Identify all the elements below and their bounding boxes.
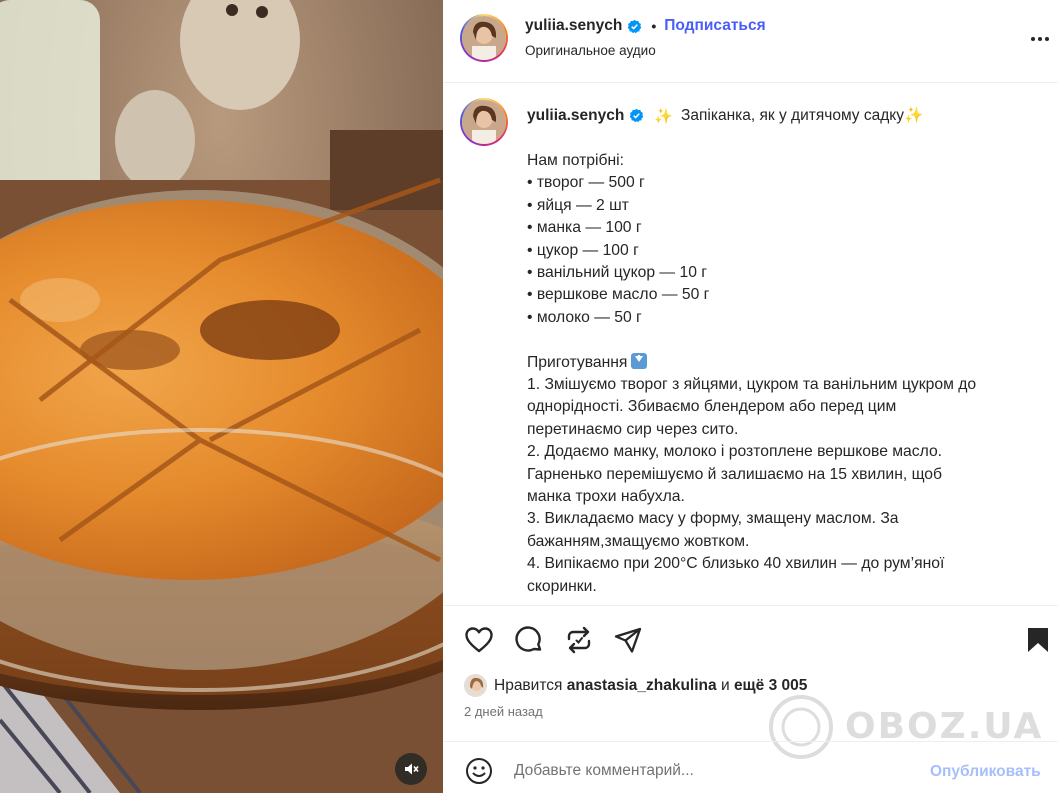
- caption-line: бажанням,змащуємо жовтком.: [527, 532, 750, 550]
- caption-line: Гарненько перемішуємо й залишаємо на 15 …: [527, 465, 943, 483]
- down-arrow-icon: [631, 352, 648, 369]
- caption-line: • ванільний цукор — 10 г: [527, 264, 708, 282]
- post-header: yuliia.senych • Подписаться Оригинальное…: [443, 0, 1058, 83]
- repost-icon[interactable]: [564, 625, 594, 655]
- caption-line: • молоко — 50 г: [527, 308, 642, 326]
- post-panel: yuliia.senych • Подписаться Оригинальное…: [443, 0, 1058, 793]
- author-avatar[interactable]: [460, 14, 508, 62]
- caption-line: манка трохи набухла.: [527, 488, 685, 506]
- caption-line: скоринки.: [527, 577, 597, 595]
- caption-header: yuliia.senych ✨ Запіканка, як у дитячому…: [527, 106, 923, 125]
- post-date[interactable]: 2 дней назад: [464, 704, 543, 719]
- header-separator: •: [651, 18, 657, 34]
- preparation-heading-row: Приготування: [527, 352, 1027, 374]
- speaker-muted-icon: [405, 763, 419, 775]
- caption-line: Нам потрібні:: [527, 152, 624, 169]
- caption-avatar[interactable]: [460, 98, 508, 146]
- likes-row: Нравится anastasia_zhakulina и ещё 3 005: [464, 674, 807, 697]
- publish-button[interactable]: Опубликовать: [930, 763, 1041, 781]
- caption-line: 1. Змішуємо творог з яйцями, цукром та в…: [527, 376, 977, 394]
- comment-input[interactable]: [514, 762, 904, 780]
- avatar-image: [462, 100, 506, 144]
- caption-line: однорідності. Збиваємо блендером або пер…: [527, 398, 897, 416]
- header-user-row: yuliia.senych • Подписаться: [525, 17, 766, 35]
- casserole-photo: [0, 0, 443, 793]
- bookmark-icon[interactable]: [1023, 625, 1053, 655]
- caption-username[interactable]: yuliia.senych: [527, 107, 624, 125]
- liker-avatar-image: [465, 675, 486, 696]
- caption-line: • творог — 500 г: [527, 174, 645, 192]
- mute-button[interactable]: [395, 753, 427, 785]
- follow-button[interactable]: Подписаться: [664, 17, 765, 35]
- heart-icon[interactable]: [464, 625, 494, 655]
- liker-username[interactable]: anastasia_zhakulina: [567, 677, 717, 695]
- likes-and: и: [720, 676, 730, 694]
- verified-badge-icon: [628, 19, 642, 33]
- likes-prefix: Нравится: [494, 676, 563, 694]
- caption-line: • цукор — 100 г: [527, 241, 639, 259]
- preparation-heading: Приготування: [527, 353, 628, 371]
- caption-body: Нам потрібні: • творог — 500 г • яйця — …: [527, 150, 1027, 598]
- caption-section: yuliia.senych ✨ Запіканка, як у дитячому…: [443, 84, 1058, 606]
- caption-title: Запіканка, як у дитячому садку✨: [681, 107, 924, 124]
- avatar-image: [462, 16, 506, 60]
- caption-line: перетинаємо сир через сито.: [527, 420, 739, 438]
- share-icon[interactable]: [613, 625, 643, 655]
- caption-line: 4. Випікаємо при 200°С близько 40 хвилин…: [527, 555, 945, 573]
- caption-line: 2. Додаємо манку, молоко і розтоплене ве…: [527, 443, 943, 461]
- action-bar: [443, 606, 1058, 668]
- caption-line: • вершкове масло — 50 г: [527, 286, 710, 304]
- sparkle-emoji: ✨: [654, 107, 674, 125]
- caption-line: 3. Викладаємо масу у форму, змащену масл…: [527, 510, 899, 528]
- caption-line: • манка — 100 г: [527, 219, 642, 237]
- comment-bar: Опубликовать: [443, 741, 1058, 793]
- more-options-icon[interactable]: [1031, 29, 1057, 49]
- caption-line: • яйця — 2 шт: [527, 196, 629, 214]
- liker-avatar[interactable]: [464, 674, 487, 697]
- verified-badge-icon: [630, 108, 644, 123]
- comment-icon[interactable]: [514, 625, 544, 655]
- header-username[interactable]: yuliia.senych: [525, 17, 622, 35]
- emoji-icon[interactable]: [465, 757, 493, 785]
- post-media[interactable]: [0, 0, 443, 793]
- audio-link[interactable]: Оригинальное аудио: [525, 43, 656, 58]
